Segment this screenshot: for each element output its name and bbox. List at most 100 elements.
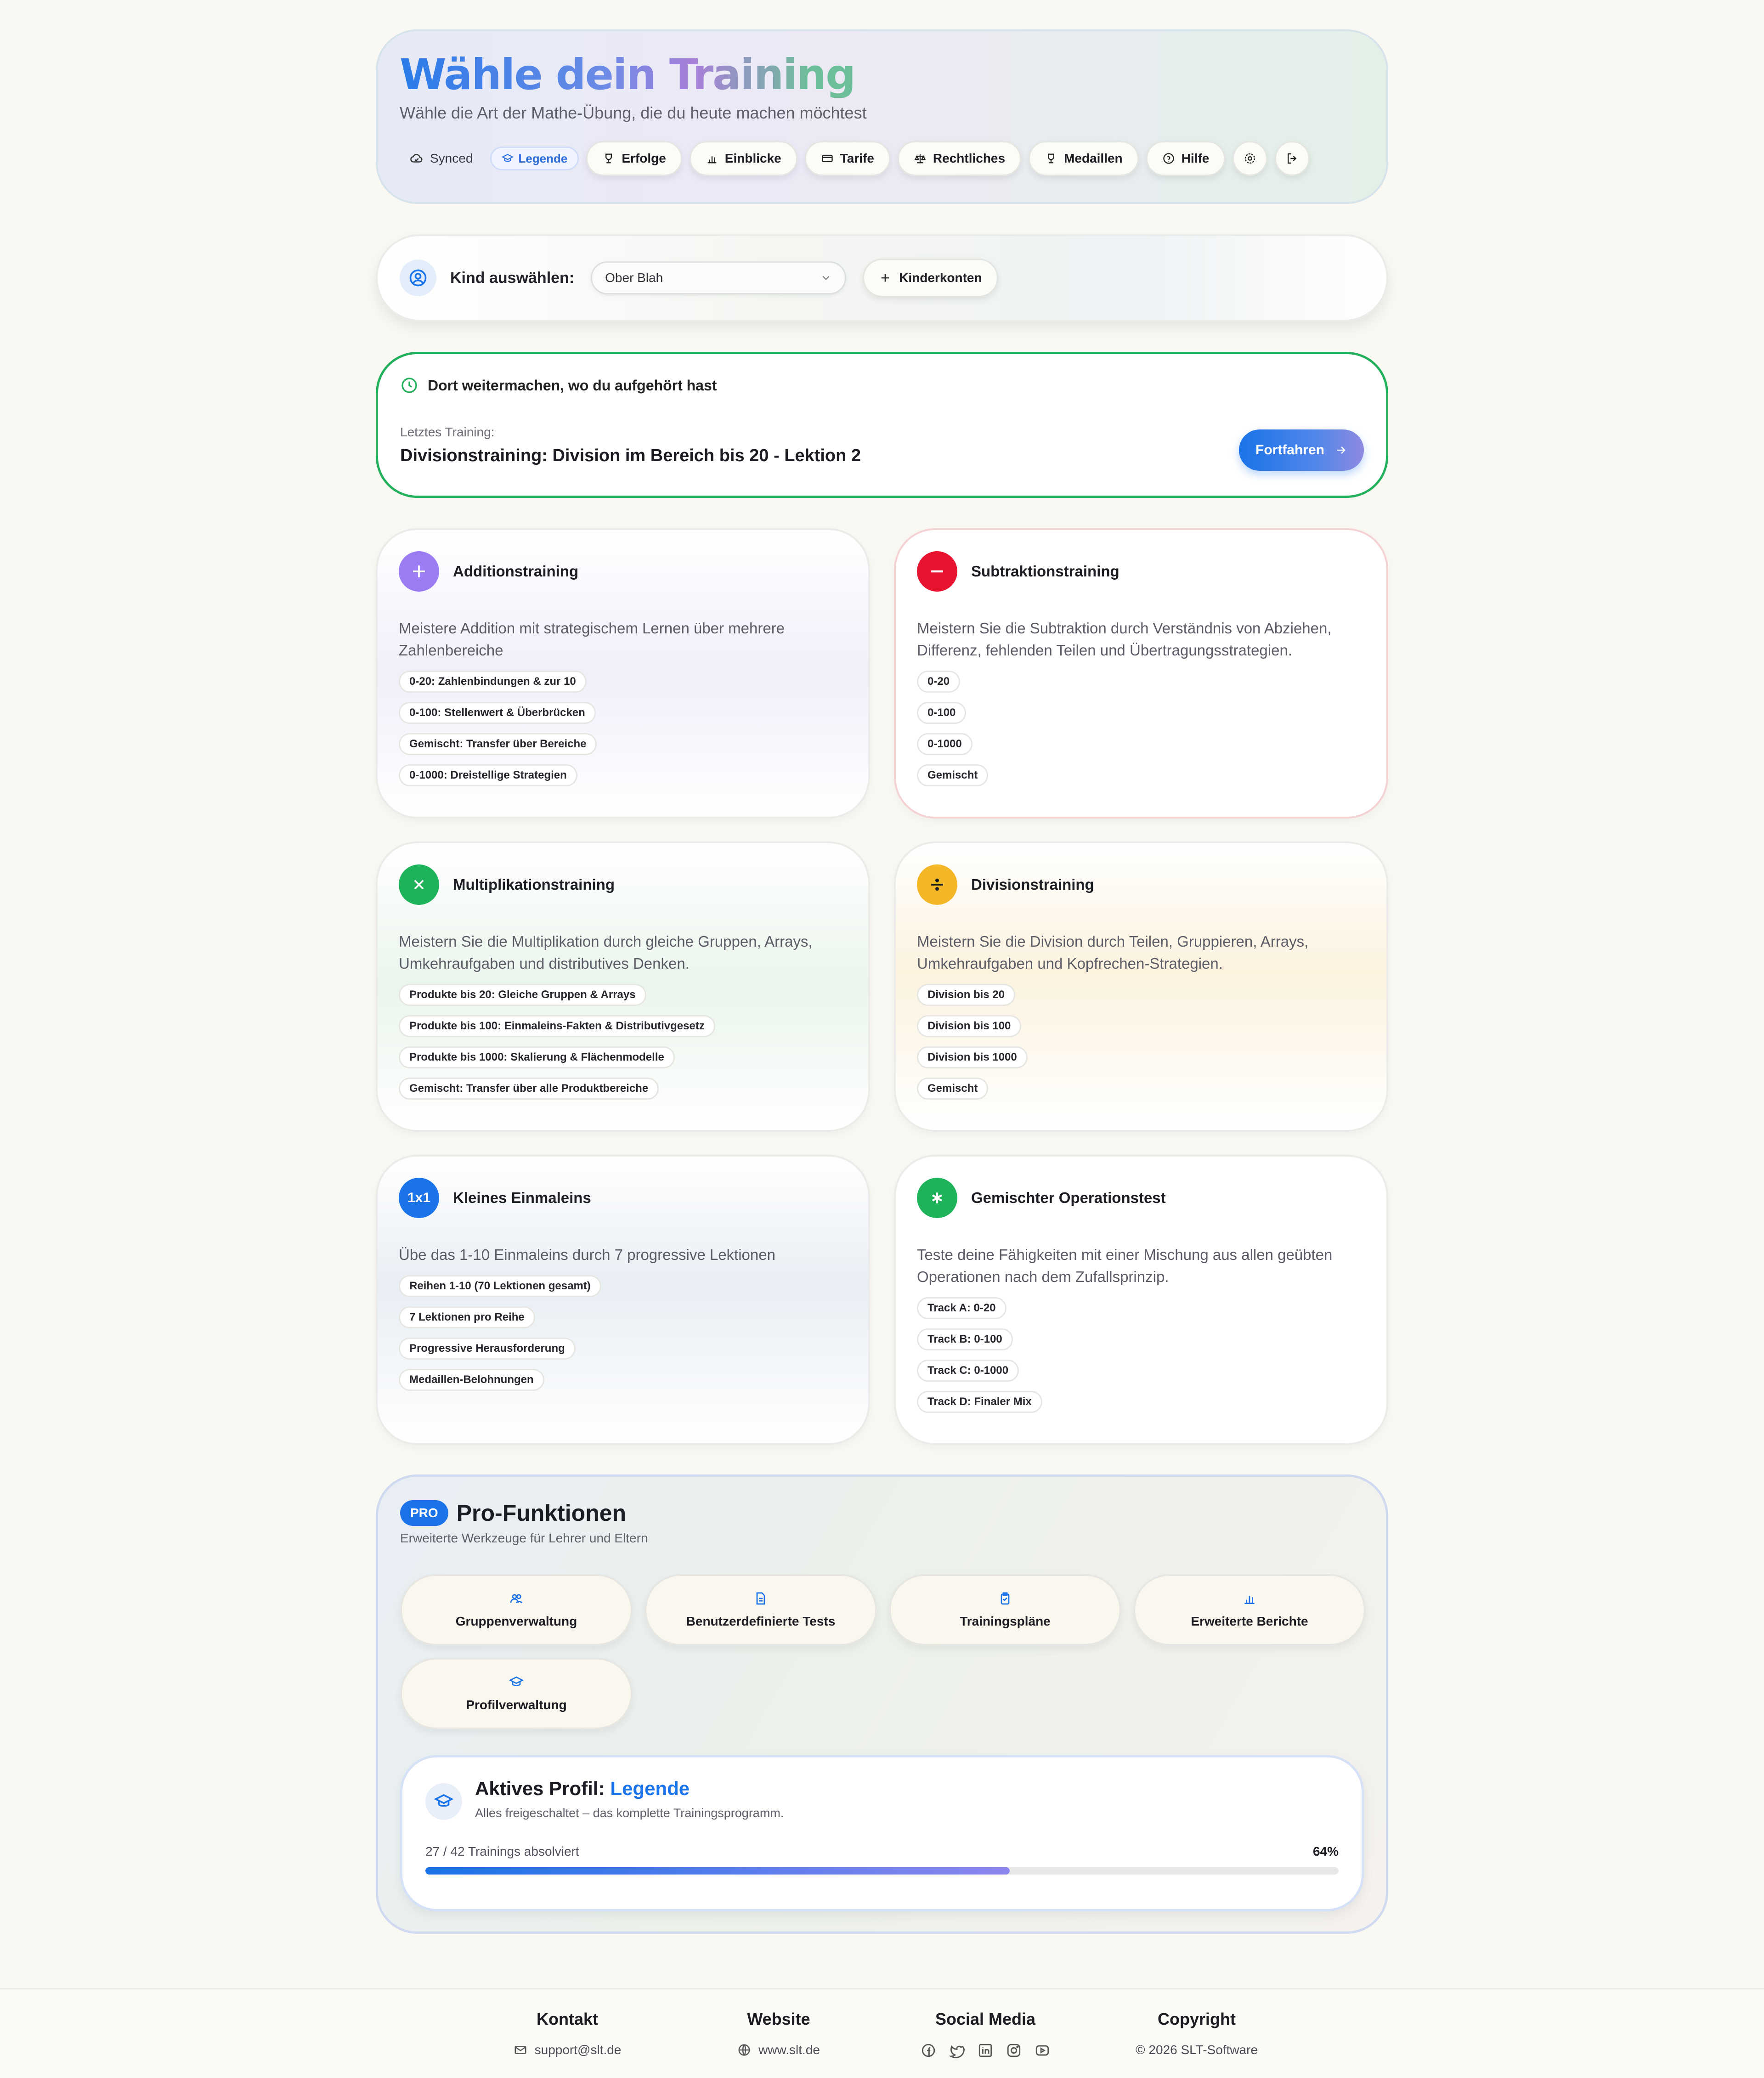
pro-feature-label: Benutzerdefinierte Tests [686,1614,836,1628]
progress-percent: 64% [1312,1844,1339,1858]
document-icon [753,1591,768,1606]
child-select-card: Kind auswählen: Ober Blah Kinderkonten [376,234,1388,322]
einblicke-button[interactable]: Einblicke [689,141,797,176]
divide-icon [917,864,957,905]
pro-feature-label: Trainingspläne [960,1614,1051,1628]
training-chip: 0-1000 [917,733,972,755]
training-title: Additionstraining [453,563,579,580]
training-chip: 7 Lektionen pro Reihe [399,1306,535,1328]
child-dropdown[interactable]: Ober Blah [591,261,847,294]
gear-icon [1243,152,1257,165]
training-card-multiplication[interactable]: Multiplikationstraining Meistern Sie die… [376,841,870,1132]
footer-website: Website www.slt.de [721,2010,836,2057]
twitter-icon[interactable] [949,2043,965,2058]
instagram-icon[interactable] [1006,2043,1022,2058]
mail-icon [514,2043,527,2057]
pro-feature-trainingsplaene[interactable]: Trainingspläne [889,1574,1121,1646]
medaillen-button[interactable]: Medaillen [1029,141,1139,176]
training-chip: Track D: Finaler Mix [917,1391,1042,1413]
multiply-icon [399,864,439,905]
training-chip: Produkte bis 20: Gleiche Gruppen & Array… [399,984,646,1006]
continue-label: Fortfahren [1255,442,1324,457]
training-card-addition[interactable]: Additionstraining Meistere Addition mit … [376,528,870,819]
globe-icon [737,2043,751,2057]
training-card-mixed[interactable]: Gemischter Operationstest Teste deine Fä… [894,1155,1388,1445]
erfolge-button[interactable]: Erfolge [586,141,682,176]
sync-label: Synced [430,151,473,166]
training-description: Meistern Sie die Division durch Teilen, … [917,933,1309,972]
pro-feature-profilverwaltung[interactable]: Profilverwaltung [400,1658,633,1729]
profile-badge-legende[interactable]: Legende [490,147,579,171]
medal-icon [1045,152,1057,165]
training-chip: Track A: 0-20 [917,1297,1006,1319]
asterisk-icon [917,1178,957,1218]
training-title: Multiplikationstraining [453,876,615,893]
last-training-title: Divisionstraining: Division im Bereich b… [400,446,861,465]
training-chip: Gemischt [917,764,989,786]
logout-icon [1285,152,1299,165]
graduation-cap-icon [502,152,514,164]
pro-feature-grid: Gruppenverwaltung Benutzerdefinierte Tes… [400,1574,1366,1729]
footer-email: support@slt.de [534,2043,622,2057]
facebook-icon[interactable] [921,2043,936,2058]
minus-icon [917,551,957,592]
training-chip: 0-100: Stellenwert & Überbrücken [399,702,596,724]
clipboard-check-icon [998,1591,1012,1606]
legende-label: Legende [518,151,568,165]
training-description: Teste deine Fähigkeiten mit einer Mischu… [917,1246,1333,1285]
training-chip: Track B: 0-100 [917,1328,1013,1350]
tarife-button[interactable]: Tarife [804,141,890,176]
progress-bar-fill [425,1867,1010,1875]
bar-chart-icon [706,152,718,165]
youtube-icon[interactable] [1035,2043,1050,2058]
pro-feature-gruppenverwaltung[interactable]: Gruppenverwaltung [400,1574,633,1646]
tarife-label: Tarife [840,151,874,166]
times-table-icon: 1x1 [399,1178,439,1218]
sync-status: Synced [400,142,483,175]
clock-icon [400,376,418,395]
einblicke-label: Einblicke [724,151,781,166]
training-chip: Reihen 1-10 (70 Lektionen gesamt) [399,1275,601,1297]
graduation-cap-icon [509,1675,524,1689]
footer: Kontakt support@slt.de Website www.slt.d… [0,1988,1764,2078]
resume-heading: Dort weitermachen, wo du aufgehört hast [400,376,1364,395]
rechtliches-button[interactable]: Rechtliches [897,141,1022,176]
users-icon [509,1591,524,1606]
pro-feature-erweiterte-berichte[interactable]: Erweiterte Berichte [1133,1574,1366,1646]
training-chip: Gemischt: Transfer über alle Produktbere… [399,1078,659,1100]
footer-copyright: Copyright © 2026 SLT-Software [1121,2010,1272,2057]
training-title: Kleines Einmaleins [453,1189,591,1206]
help-circle-icon [1162,152,1175,165]
training-card-subtraction[interactable]: Subtraktionstraining Meistern Sie die Su… [894,528,1388,819]
footer-website-link[interactable]: www.slt.de [721,2043,836,2057]
copyright-text: © 2026 SLT-Software [1135,2043,1258,2057]
training-description: Meistern Sie die Subtraktion durch Verst… [917,620,1332,659]
header-card: Wähle dein Training Wähle die Art der Ma… [376,29,1388,204]
pro-feature-benutzerdefinierte-tests[interactable]: Benutzerdefinierte Tests [645,1574,877,1646]
training-chip: Track C: 0-1000 [917,1360,1019,1382]
page-subtitle: Wähle die Art der Mathe-Übung, die du he… [400,103,867,123]
progress-text: 27 / 42 Trainings absolviert [425,1844,579,1858]
scale-icon [914,152,927,165]
active-profile-name: Legende [610,1778,690,1799]
active-profile-heading: Aktives Profil: Legende [475,1778,784,1800]
page-title: Wähle dein Training [400,50,856,99]
settings-button[interactable] [1233,141,1268,176]
training-card-division[interactable]: Divisionstraining Meistern Sie die Divis… [894,841,1388,1132]
kinderkonten-button[interactable]: Kinderkonten [863,259,998,297]
hilfe-label: Hilfe [1181,151,1210,166]
training-chip: Gemischt: Transfer über Bereiche [399,733,597,755]
training-chip: Division bis 20 [917,984,1016,1006]
logout-button[interactable] [1275,141,1310,176]
continue-button[interactable]: Fortfahren [1239,429,1364,471]
plus-icon [399,551,439,592]
footer-email-link[interactable]: support@slt.de [510,2043,625,2057]
hilfe-button[interactable]: Hilfe [1146,141,1226,176]
training-description: Meistern Sie die Multiplikation durch gl… [399,933,813,972]
chevron-down-icon [820,272,832,284]
training-title: Subtraktionstraining [971,563,1119,580]
resume-card: Dort weitermachen, wo du aufgehört hast … [376,352,1388,498]
training-card-einmaleins[interactable]: 1x1 Kleines Einmaleins Übe das 1-10 Einm… [376,1155,870,1445]
linkedin-icon[interactable] [978,2043,993,2058]
training-chip: Produkte bis 100: Einmaleins-Fakten & Di… [399,1015,715,1037]
